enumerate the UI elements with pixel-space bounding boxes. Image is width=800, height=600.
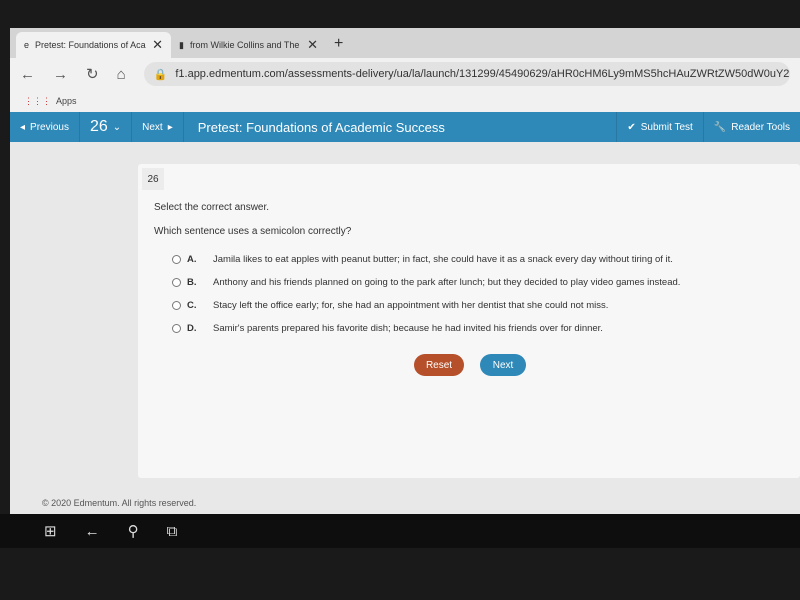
chevron-down-icon: ⌄	[112, 121, 122, 133]
question-prompt: Which sentence uses a semicolon correctl…	[154, 226, 352, 237]
option-c[interactable]: C. Stacy left the office early; for, she …	[172, 300, 608, 311]
arrow-right-circle-icon: ▸	[167, 121, 173, 133]
search-icon[interactable]: ⚲	[128, 522, 139, 540]
radio[interactable]	[172, 278, 181, 287]
option-b[interactable]: B. Anthony and his friends planned on goi…	[172, 277, 680, 288]
bookmarks-bar: ⋮⋮⋮ Apps	[10, 90, 800, 112]
back-icon[interactable]: ←	[85, 523, 100, 540]
tab-pretest[interactable]: ePretest: Foundations of Academ✕	[16, 32, 171, 58]
next-nav-button[interactable]: Next ▸	[132, 112, 184, 142]
tab-wilkie[interactable]: ▮ from Wilkie Collins and The M ✕	[171, 32, 326, 58]
question-selector[interactable]: 26 ⌄	[80, 112, 133, 142]
apps-icon: ⋮⋮⋮	[24, 95, 51, 106]
check-circle-icon: ✔	[627, 121, 636, 133]
book-icon: ▮	[179, 39, 184, 50]
page-title: Pretest: Foundations of Academic Success	[197, 119, 445, 135]
tab-strip: ePretest: Foundations of Academ✕ ▮from W…	[10, 28, 800, 58]
instruction: Select the correct answer.	[154, 202, 270, 213]
task-view-icon[interactable]: ⧉	[167, 523, 178, 540]
submit-test-button[interactable]: ✔ Submit Test	[616, 112, 702, 142]
forward-icon[interactable]: →	[53, 66, 68, 83]
option-d[interactable]: D. Samir's parents prepared his favorite …	[172, 323, 603, 334]
close-icon[interactable]: ✕	[307, 37, 318, 53]
close-icon[interactable]: ✕	[152, 37, 163, 53]
question-card: 26 Select the correct answer. Which sent…	[138, 164, 800, 478]
bookmark-apps[interactable]: Apps	[56, 96, 77, 106]
arrow-left-circle-icon: ◂	[20, 121, 26, 133]
radio[interactable]	[172, 255, 181, 264]
screen: ePretest: Foundations of Academ✕ ▮from W…	[10, 28, 800, 514]
reader-tools-button[interactable]: 🔧 Reader Tools	[702, 112, 800, 142]
content-area: 26 Select the correct answer. Which sent…	[10, 142, 800, 514]
taskbar: ⊞ ← ⚲ ⧉	[0, 514, 800, 548]
radio[interactable]	[172, 301, 181, 310]
toolbar: ← → ↻ ⌂ 🔒 f1.app.edmentum.com/assessments…	[10, 58, 800, 90]
windows-icon[interactable]: ⊞	[44, 522, 57, 540]
lock-icon: 🔒	[153, 68, 168, 81]
home-icon[interactable]: ⌂	[117, 66, 126, 83]
option-a[interactable]: A. Jamila likes to eat apples with peanut…	[172, 254, 673, 265]
assessment-nav: ◂ Previous 26 ⌄ Next ▸ Pretest: Foundations…	[10, 112, 800, 142]
edmentum-icon: e	[24, 40, 30, 50]
radio[interactable]	[172, 324, 181, 333]
new-tab-icon[interactable]: +	[334, 35, 343, 53]
previous-button[interactable]: ◂ Previous	[10, 112, 80, 142]
footer: © 2020 Edmentum. All rights reserved.	[42, 498, 197, 508]
reload-icon[interactable]: ↻	[86, 65, 99, 83]
next-button[interactable]: Next	[480, 354, 526, 376]
question-number: 26	[142, 168, 164, 190]
reset-button[interactable]: Reset	[414, 354, 464, 376]
address-bar[interactable]: 🔒 f1.app.edmentum.com/assessments-deliver…	[143, 62, 790, 86]
wrench-icon: 🔧	[713, 121, 727, 133]
back-icon[interactable]: ←	[20, 66, 35, 83]
